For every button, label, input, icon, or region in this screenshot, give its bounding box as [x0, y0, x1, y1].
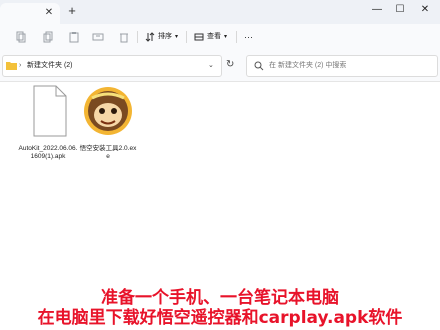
tab-current[interactable]: ✕ [0, 3, 60, 24]
file-view: AutoKit_2022.06.06.1609(1).apk 悟空安装工具2.0… [0, 82, 440, 330]
caption-overlay: 准备一个手机、一台笔记本电脑 在电脑里下载好悟空遥控器和carplay.apk软… [0, 288, 440, 328]
toolbar-divider [186, 31, 187, 43]
folder-icon [6, 62, 17, 70]
maximize-icon[interactable]: ☐ [393, 3, 407, 17]
file-item[interactable]: 悟空安装工具2.0.exe [78, 84, 138, 161]
refresh-icon[interactable]: ↻ [226, 59, 234, 71]
minimize-icon[interactable]: — [370, 3, 384, 17]
cut-icon[interactable] [14, 31, 26, 43]
monkey-app-icon [84, 87, 132, 135]
toolbar-divider [236, 31, 237, 43]
file-name: 悟空安装工具2.0.exe [79, 145, 137, 160]
delete-icon[interactable] [118, 31, 130, 43]
address-bar[interactable]: › 新建文件夹 (2) ⌄ [2, 55, 222, 77]
new-tab-icon[interactable]: + [66, 4, 78, 17]
search-icon [254, 61, 264, 71]
view-button[interactable]: 查看 ▾ [194, 29, 227, 45]
chevron-down-icon: ▾ [224, 34, 228, 40]
more-options-icon[interactable]: ··· [244, 29, 253, 45]
sort-icon [145, 32, 155, 42]
tab-close-icon[interactable]: ✕ [44, 8, 54, 18]
caption-line-2: 在电脑里下载好悟空遥控器和carplay.apk软件 [37, 308, 403, 328]
paste-icon[interactable] [68, 31, 80, 43]
view-label: 查看 [207, 33, 221, 40]
copy-icon[interactable] [42, 31, 54, 43]
search-input[interactable]: 在 新建文件夹 (2) 中搜索 [246, 55, 438, 77]
address-row: › 新建文件夹 (2) ⌄ ↻ 在 新建文件夹 (2) 中搜索 [0, 50, 440, 82]
file-name: AutoKit_2022.06.06.1609(1).apk [18, 145, 78, 160]
toolbar-divider [137, 31, 138, 43]
file-item[interactable]: AutoKit_2022.06.06.1609(1).apk [18, 84, 78, 161]
view-icon [194, 33, 204, 41]
command-bar: 排序 ▾ 查看 ▾ ··· [0, 24, 440, 50]
breadcrumb[interactable]: 新建文件夹 (2) [27, 56, 73, 76]
rename-icon[interactable] [92, 31, 104, 43]
caption-line-1: 准备一个手机、一台笔记本电脑 [101, 288, 339, 308]
sort-button[interactable]: 排序 ▾ [145, 29, 178, 45]
search-placeholder: 在 新建文件夹 (2) 中搜索 [269, 62, 347, 69]
chevron-down-icon: ▾ [175, 34, 179, 40]
breadcrumb-chevron-icon: › [19, 62, 22, 69]
chevron-down-icon[interactable]: ⌄ [208, 56, 214, 76]
document-icon [33, 85, 67, 137]
sort-label: 排序 [158, 33, 172, 40]
tab-bar: ✕ + — ☐ ✕ [0, 0, 440, 24]
close-window-icon[interactable]: ✕ [418, 3, 432, 17]
